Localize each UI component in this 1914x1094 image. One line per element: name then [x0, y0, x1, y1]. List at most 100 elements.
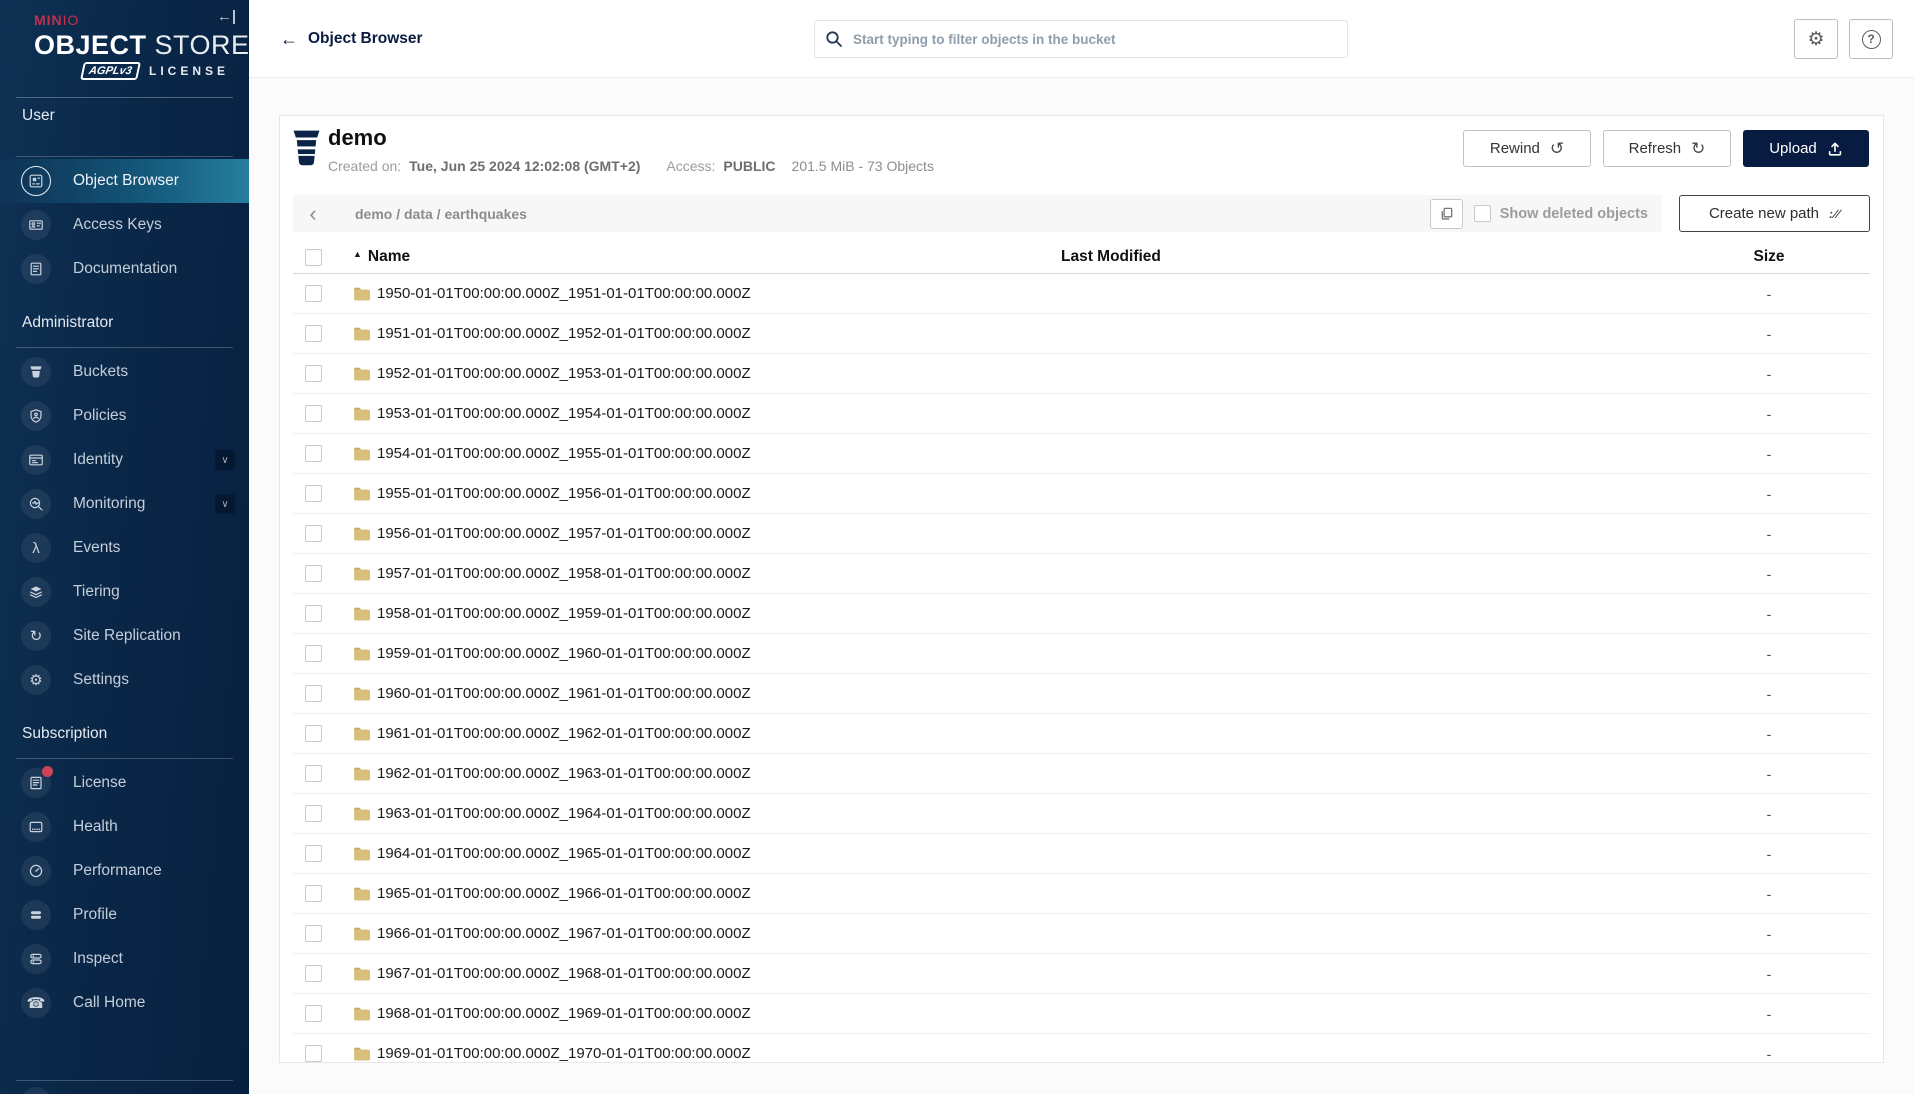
sidebar-item-tiering[interactable]: Tiering [0, 570, 249, 614]
create-new-path-button[interactable]: Create new path :∕∕ [1679, 195, 1870, 232]
sidebar-item-profile[interactable]: Profile [0, 893, 249, 937]
sidebar-item-label: Inspect [73, 950, 123, 968]
row-checkbox[interactable] [305, 885, 322, 902]
sort-ascending-icon: ▲ [353, 249, 362, 259]
copy-path-button[interactable] [1430, 199, 1463, 229]
show-deleted-label: Show deleted objects [1500, 206, 1648, 222]
folder-icon [353, 766, 370, 781]
table-row[interactable]: 1958-01-01T00:00:00.000Z_1959-01-01T00:0… [293, 594, 1870, 634]
row-checkbox[interactable] [305, 765, 322, 782]
sidebar-item-buckets[interactable]: Buckets [0, 350, 249, 394]
table-row[interactable]: 1957-01-01T00:00:00.000Z_1958-01-01T00:0… [293, 554, 1870, 594]
column-header-name[interactable]: ▲ Name [337, 248, 1061, 266]
row-checkbox[interactable] [305, 285, 322, 302]
object-size: - [1679, 406, 1859, 422]
sidebar-item-call-home[interactable]: ☎Call Home [0, 981, 249, 1025]
table-row[interactable]: 1968-01-01T00:00:00.000Z_1969-01-01T00:0… [293, 994, 1870, 1034]
row-checkbox[interactable] [305, 605, 322, 622]
back-arrow-icon[interactable]: ← [280, 29, 298, 50]
sidebar-item-inspect[interactable]: Inspect [0, 937, 249, 981]
row-checkbox[interactable] [305, 485, 322, 502]
folder-icon [353, 446, 370, 461]
row-checkbox[interactable] [305, 1045, 322, 1062]
row-checkbox[interactable] [305, 685, 322, 702]
sidebar-item-access-keys[interactable]: Access Keys [0, 203, 249, 247]
table-row[interactable]: 1963-01-01T00:00:00.000Z_1964-01-01T00:0… [293, 794, 1870, 834]
collapse-sidebar-icon[interactable]: ← [217, 10, 235, 24]
table-row[interactable]: 1965-01-01T00:00:00.000Z_1966-01-01T00:0… [293, 874, 1870, 914]
sidebar-item-settings[interactable]: ⚙Settings [0, 658, 249, 702]
table-row[interactable]: 1959-01-01T00:00:00.000Z_1960-01-01T00:0… [293, 634, 1870, 674]
row-checkbox[interactable] [305, 1005, 322, 1022]
product-name: OBJECT STORE [34, 30, 229, 61]
upload-button[interactable]: Upload [1743, 130, 1869, 167]
breadcrumb[interactable]: demo / data / earthquakes [355, 206, 1430, 222]
sidebar-item-documentation[interactable]: Documentation [0, 247, 249, 291]
table-row[interactable]: 1955-01-01T00:00:00.000Z_1956-01-01T00:0… [293, 474, 1870, 514]
table-row[interactable]: 1954-01-01T00:00:00.000Z_1955-01-01T00:0… [293, 434, 1870, 474]
refresh-button[interactable]: Refresh ↻ [1603, 130, 1731, 167]
page-background: demo Created on: Tue, Jun 25 2024 12:02:… [249, 78, 1914, 1094]
row-checkbox[interactable] [305, 525, 322, 542]
copy-icon [1439, 206, 1454, 221]
row-checkbox[interactable] [305, 645, 322, 662]
refresh-icon: ↻ [1691, 140, 1705, 157]
sidebar-item-events[interactable]: λEvents [0, 526, 249, 570]
object-size: - [1679, 526, 1859, 542]
sidebar-item-health[interactable]: Health [0, 805, 249, 849]
bottom-item-icon[interactable] [21, 1087, 51, 1094]
search-input[interactable] [814, 20, 1348, 58]
sidebar-nav: UserObject BrowserAccess KeysDocumentati… [0, 106, 249, 1025]
chevron-down-icon[interactable]: ∨ [215, 494, 235, 514]
table-row[interactable]: 1953-01-01T00:00:00.000Z_1954-01-01T00:0… [293, 394, 1870, 434]
rewind-button[interactable]: Rewind ↺ [1463, 130, 1591, 167]
breadcrumb-back-icon[interactable]: ‹ [293, 195, 333, 232]
row-checkbox[interactable] [305, 925, 322, 942]
chevron-down-icon[interactable]: ∨ [215, 450, 235, 470]
folder-icon [353, 846, 370, 861]
folder-icon [353, 606, 370, 621]
sidebar-item-site-replication[interactable]: ↻Site Replication [0, 614, 249, 658]
folder-icon [353, 806, 370, 821]
settings-button[interactable]: ⚙ [1794, 19, 1838, 59]
sidebar-item-monitoring[interactable]: Monitoring∨ [0, 482, 249, 526]
row-checkbox[interactable] [305, 725, 322, 742]
table-row[interactable]: 1951-01-01T00:00:00.000Z_1952-01-01T00:0… [293, 314, 1870, 354]
select-all-checkbox[interactable] [305, 249, 322, 266]
license-label: LICENSE [149, 64, 229, 78]
row-checkbox[interactable] [305, 805, 322, 822]
settings-icon: ⚙ [21, 665, 51, 695]
row-checkbox[interactable] [305, 845, 322, 862]
table-row[interactable]: 1967-01-01T00:00:00.000Z_1968-01-01T00:0… [293, 954, 1870, 994]
table-row[interactable]: 1960-01-01T00:00:00.000Z_1961-01-01T00:0… [293, 674, 1870, 714]
sidebar-item-performance[interactable]: Performance [0, 849, 249, 893]
object-size: - [1679, 846, 1859, 862]
table-row[interactable]: 1956-01-01T00:00:00.000Z_1957-01-01T00:0… [293, 514, 1870, 554]
table-row[interactable]: 1962-01-01T00:00:00.000Z_1963-01-01T00:0… [293, 754, 1870, 794]
table-row[interactable]: 1969-01-01T00:00:00.000Z_1970-01-01T00:0… [293, 1034, 1870, 1063]
object-name: 1962-01-01T00:00:00.000Z_1963-01-01T00:0… [377, 765, 751, 782]
object-name: 1961-01-01T00:00:00.000Z_1962-01-01T00:0… [377, 725, 751, 742]
help-button[interactable]: ? [1849, 19, 1893, 59]
sidebar-item-label: Site Replication [73, 627, 181, 645]
call-home-icon: ☎ [21, 988, 51, 1018]
table-row[interactable]: 1966-01-01T00:00:00.000Z_1967-01-01T00:0… [293, 914, 1870, 954]
sidebar-item-label: Buckets [73, 363, 128, 381]
show-deleted-group: Show deleted objects [1474, 205, 1648, 222]
show-deleted-checkbox[interactable] [1474, 205, 1491, 222]
table-row[interactable]: 1964-01-01T00:00:00.000Z_1965-01-01T00:0… [293, 834, 1870, 874]
table-row[interactable]: 1961-01-01T00:00:00.000Z_1962-01-01T00:0… [293, 714, 1870, 754]
row-checkbox[interactable] [305, 405, 322, 422]
row-checkbox[interactable] [305, 325, 322, 342]
sidebar-item-identity[interactable]: Identity∨ [0, 438, 249, 482]
table-row[interactable]: 1952-01-01T00:00:00.000Z_1953-01-01T00:0… [293, 354, 1870, 394]
sidebar-item-license[interactable]: License [0, 761, 249, 805]
sidebar-item-policies[interactable]: Policies [0, 394, 249, 438]
row-checkbox[interactable] [305, 565, 322, 582]
row-checkbox[interactable] [305, 365, 322, 382]
sidebar-item-object-browser[interactable]: Object Browser [0, 159, 249, 203]
row-checkbox[interactable] [305, 965, 322, 982]
page-title-group[interactable]: ← Object Browser [280, 0, 423, 78]
row-checkbox[interactable] [305, 445, 322, 462]
table-row[interactable]: 1950-01-01T00:00:00.000Z_1951-01-01T00:0… [293, 274, 1870, 314]
